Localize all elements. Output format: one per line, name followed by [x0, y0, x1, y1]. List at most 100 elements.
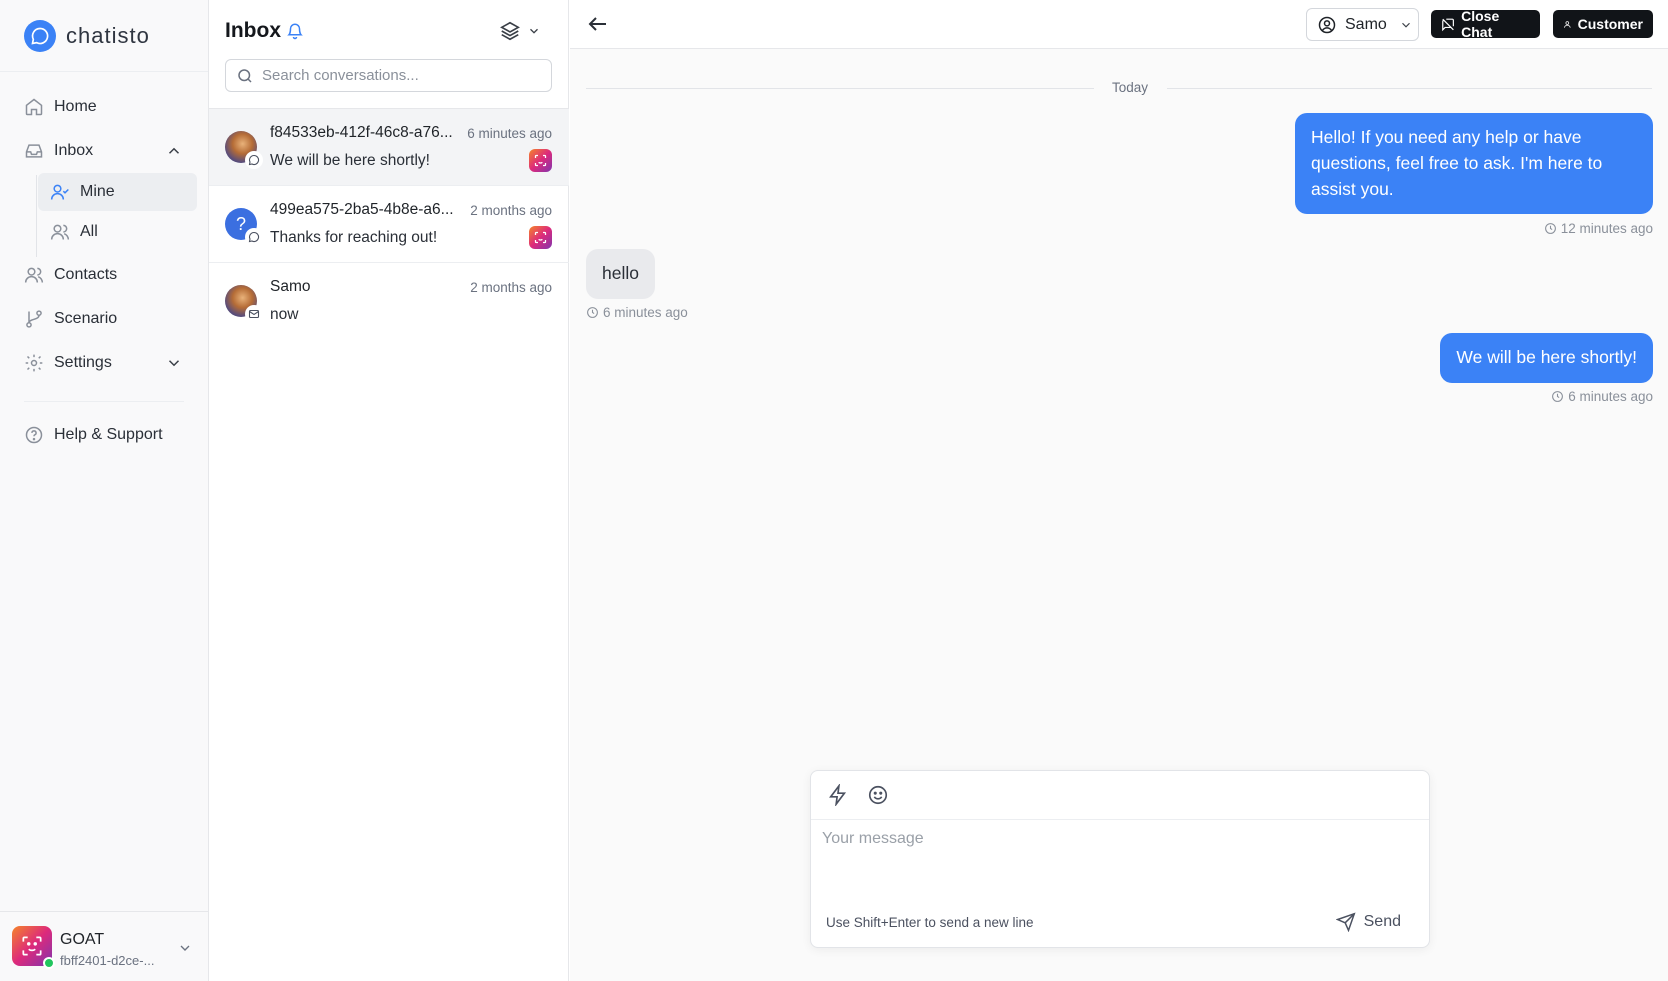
emoji-icon[interactable] — [867, 784, 889, 806]
chat-icon — [245, 228, 263, 246]
sidebar-item-scenario[interactable]: Scenario — [16, 301, 197, 337]
conversation-preview: Thanks for reaching out! — [270, 229, 438, 246]
chevron-down-icon[interactable] — [165, 354, 183, 372]
conversation-item[interactable]: Samo 2 months ago now — [209, 263, 569, 340]
chevron-down-icon — [1401, 22, 1410, 28]
sidebar-item-mine[interactable]: Mine — [38, 173, 197, 211]
inbox-panel: Inbox f84533eb-412f-46c8-a76... 6 minute… — [209, 0, 569, 981]
message-composer: Use Shift+Enter to send a new line Send — [810, 770, 1430, 948]
brand-name: chatisto — [66, 23, 150, 48]
assignee-select[interactable]: Samo — [1306, 8, 1419, 41]
message-timestamp: 12 minutes ago — [1544, 221, 1653, 236]
conversation-name: Samo — [270, 278, 311, 295]
message-input[interactable] — [822, 830, 1417, 890]
sidebar-item-label: Help & Support — [54, 426, 163, 443]
search-input[interactable] — [262, 67, 542, 84]
conversation-time: 2 months ago — [470, 280, 552, 295]
users-icon — [50, 224, 70, 240]
sidebar-item-all[interactable]: All — [38, 213, 197, 251]
conversation-preview: now — [270, 306, 299, 323]
chevron-down-icon[interactable] — [177, 940, 193, 956]
chat-panel: Samo Close Chat Customer Today Hello! If… — [570, 0, 1668, 981]
sidebar-item-label: Home — [54, 98, 97, 115]
help-circle-icon — [25, 426, 43, 444]
conversation-name: 499ea575-2ba5-4b8e-a6... — [270, 201, 454, 218]
send-icon — [1335, 912, 1356, 932]
clock-icon — [587, 307, 598, 318]
instagram-icon — [529, 226, 552, 249]
account-name: GOAT — [60, 931, 105, 948]
divider — [24, 401, 184, 402]
message-text: hello — [602, 263, 639, 283]
chevron-up-icon[interactable] — [165, 142, 183, 160]
search-box[interactable] — [225, 59, 552, 92]
close-chat-label: Close Chat — [1461, 8, 1500, 40]
send-button[interactable]: Send — [1335, 908, 1401, 936]
message-timestamp: 6 minutes ago — [586, 305, 688, 320]
timestamp-text: 6 minutes ago — [1568, 389, 1653, 404]
message-text: We will be here shortly! — [1456, 347, 1637, 367]
chat-header: Samo Close Chat Customer — [570, 0, 1668, 49]
conversation-item[interactable]: ? 499ea575-2ba5-4b8e-a6... 2 months ago … — [209, 186, 569, 263]
timestamp-text: 6 minutes ago — [603, 305, 688, 320]
day-separator-label: Today — [1111, 80, 1149, 95]
customer-label: Customer — [1577, 16, 1643, 32]
contacts-icon — [24, 267, 44, 283]
user-icon — [1564, 20, 1571, 28]
incoming-message-bubble: hello — [586, 249, 655, 299]
instagram-icon — [529, 149, 552, 172]
sidebar-item-settings[interactable]: Settings — [16, 345, 197, 381]
conversation-time: 6 minutes ago — [467, 126, 552, 141]
sidebar: chatisto Home Inbox Mine All Contacts Sc… — [0, 0, 209, 981]
timestamp-text: 12 minutes ago — [1560, 221, 1653, 236]
sidebar-item-label: Mine — [80, 183, 115, 200]
git-branch-icon — [26, 310, 42, 328]
assignee-name: Samo — [1345, 15, 1387, 33]
composer-toolbar — [811, 771, 1429, 820]
submenu-guide-line — [36, 175, 37, 257]
message-off-icon — [1442, 18, 1454, 31]
sidebar-item-inbox[interactable]: Inbox — [16, 133, 197, 169]
chat-icon — [245, 151, 263, 169]
account-switcher[interactable]: GOAT fbff2401-d2ce-... — [0, 911, 209, 981]
online-status-dot — [43, 957, 55, 969]
conversation-preview: We will be here shortly! — [270, 152, 430, 169]
divider — [1167, 88, 1652, 89]
bell-icon[interactable] — [286, 22, 304, 40]
outgoing-message-bubble: Hello! If you need any help or have ques… — [1295, 113, 1653, 214]
close-chat-button[interactable]: Close Chat — [1431, 8, 1540, 40]
user-circle-icon — [1318, 16, 1336, 33]
chevron-down-icon[interactable] — [527, 24, 541, 38]
send-label: Send — [1363, 913, 1401, 930]
home-icon — [25, 98, 43, 116]
composer-hint: Use Shift+Enter to send a new line — [826, 915, 1034, 930]
layers-icon[interactable] — [499, 20, 521, 42]
conversation-name: f84533eb-412f-46c8-a76... — [270, 124, 453, 141]
sidebar-item-label: Settings — [54, 354, 112, 371]
message-text: Hello! If you need any help or have ques… — [1311, 127, 1603, 199]
clock-icon — [1552, 391, 1564, 402]
sidebar-item-home[interactable]: Home — [16, 89, 197, 125]
lightning-icon[interactable] — [827, 784, 849, 806]
sidebar-item-contacts[interactable]: Contacts — [16, 257, 197, 293]
divider — [0, 71, 208, 72]
conversation-item[interactable]: f84533eb-412f-46c8-a76... 6 minutes ago … — [209, 109, 569, 186]
sidebar-item-label: Scenario — [54, 310, 118, 327]
outgoing-message-bubble: We will be here shortly! — [1440, 333, 1653, 383]
brand[interactable]: chatisto — [24, 20, 150, 52]
clock-icon — [1544, 223, 1556, 234]
inbox-title: Inbox — [225, 19, 281, 42]
sidebar-item-label: All — [80, 223, 98, 240]
conversation-time: 2 months ago — [470, 203, 552, 218]
mail-icon — [245, 305, 263, 323]
user-check-icon — [50, 184, 69, 200]
message-timestamp: 6 minutes ago — [1551, 389, 1653, 404]
customer-button[interactable]: Customer — [1553, 10, 1653, 38]
chat-bubble-logo-icon — [24, 20, 56, 52]
inbox-icon — [25, 144, 43, 158]
sidebar-item-label: Contacts — [54, 266, 118, 283]
sidebar-item-help[interactable]: Help & Support — [16, 417, 197, 453]
arrow-left-icon[interactable] — [586, 12, 610, 36]
gear-icon — [25, 354, 43, 372]
sidebar-item-label: Inbox — [54, 142, 94, 159]
